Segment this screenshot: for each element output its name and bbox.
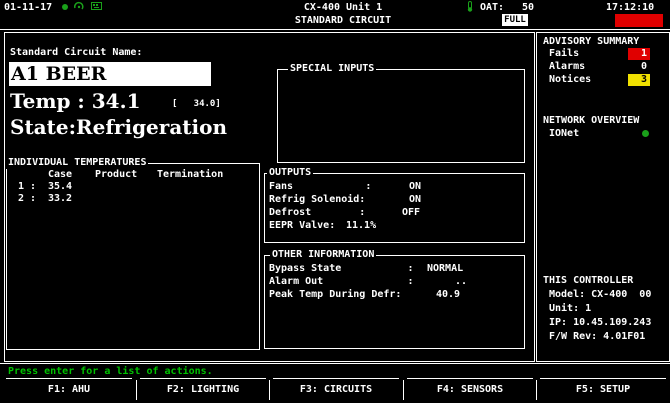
column-header-case: Case bbox=[48, 169, 73, 180]
state-display: State:Refrigeration bbox=[10, 115, 227, 139]
other-information-title: OTHER INFORMATION bbox=[270, 249, 377, 261]
advisory-count: 0 bbox=[640, 61, 647, 72]
header-divider bbox=[0, 29, 670, 30]
network-icon bbox=[74, 1, 84, 11]
network-status-icon bbox=[642, 130, 649, 137]
fkey-separator bbox=[136, 380, 137, 400]
info-label-peak-temp: Peak Temp During Defr: bbox=[269, 289, 402, 300]
advisory-label: Alarms bbox=[549, 61, 586, 72]
status-line: Press enter for a list of actions. bbox=[0, 365, 670, 378]
info-value-bypass-state: NORMAL bbox=[427, 263, 464, 274]
f3-circuits-button[interactable]: F3: CIRCUITS bbox=[273, 378, 399, 401]
column-header-termination: Termination bbox=[157, 169, 224, 180]
output-value-defrost: OFF bbox=[402, 207, 421, 218]
controller-unit: Unit: 1 bbox=[549, 303, 592, 314]
temp-setpoint: [ 34.0] bbox=[172, 99, 221, 109]
case-temp: 33.2 bbox=[48, 193, 73, 204]
output-label-refrig-solenoid: Refrig Solenoid: bbox=[269, 194, 366, 205]
circuit-name-value: A1 BEER bbox=[11, 63, 107, 85]
other-information-panel: OTHER INFORMATION Bypass State : NORMAL … bbox=[264, 249, 525, 349]
controller-model: Model: CX-400 00 bbox=[549, 289, 652, 300]
column-header-product: Product bbox=[95, 169, 138, 180]
circuit-name-field[interactable]: A1 BEER bbox=[9, 62, 211, 86]
advisory-summary-title: ADVISORY SUMMARY bbox=[543, 36, 640, 47]
advisory-label: Fails bbox=[549, 48, 580, 59]
this-controller-title: THIS CONTROLLER bbox=[543, 275, 634, 286]
full-badge: FULL bbox=[502, 14, 528, 26]
output-label-fans: Fans : bbox=[269, 181, 372, 192]
oat-value: 50 bbox=[522, 2, 535, 13]
info-value-alarm-out: .. bbox=[455, 276, 468, 287]
advisory-count: 3 bbox=[628, 74, 650, 86]
info-value-peak-temp: 40.9 bbox=[436, 289, 461, 300]
individual-temperatures-title: INDIVIDUAL TEMPERATURES bbox=[6, 157, 149, 169]
outputs-title: OUTPUTS bbox=[267, 167, 314, 179]
date-display: 01-11-17 bbox=[4, 2, 53, 13]
fkey-separator bbox=[269, 380, 270, 400]
keyboard-icon bbox=[91, 1, 102, 11]
network-overview-title: NETWORK OVERVIEW bbox=[543, 115, 640, 126]
output-value-eepr-valve: 11.1% bbox=[346, 220, 377, 231]
f1-ahu-button[interactable]: F1: AHU bbox=[6, 378, 132, 401]
clock: 17:12:10 bbox=[606, 2, 655, 13]
controller-ip: IP: 10.45.109.243 bbox=[549, 317, 652, 328]
advisory-count: 1 bbox=[628, 48, 650, 60]
status-message: Press enter for a list of actions. bbox=[8, 366, 213, 377]
oat-label: OAT: bbox=[480, 2, 505, 13]
output-label-eepr-valve: EEPR Valve: bbox=[269, 220, 336, 231]
fkey-separator bbox=[536, 380, 537, 400]
info-label-alarm-out: Alarm Out : bbox=[269, 276, 414, 287]
alarm-indicator[interactable] bbox=[615, 14, 663, 27]
controller-fw-rev: F/W Rev: 4.01F01 bbox=[549, 331, 646, 342]
individual-temperatures-panel: INDIVIDUAL TEMPERATURES Case Product Ter… bbox=[6, 157, 260, 350]
temp-reading: Temp : 34.1 bbox=[10, 89, 141, 113]
output-label-defrost: Defrost : bbox=[269, 207, 366, 218]
online-indicator-icon bbox=[62, 4, 68, 10]
outputs-panel: OUTPUTS Fans : ON Refrig Solenoid: ON De… bbox=[264, 167, 525, 243]
circuit-name-label: Standard Circuit Name: bbox=[10, 47, 143, 58]
advisory-label: Notices bbox=[549, 74, 592, 85]
info-label-bypass-state: Bypass State : bbox=[269, 263, 414, 274]
network-label: IONet bbox=[549, 128, 580, 139]
status-divider bbox=[0, 363, 670, 364]
screen-title: STANDARD CIRCUIT bbox=[294, 15, 392, 26]
special-inputs-title: SPECIAL INPUTS bbox=[288, 63, 377, 75]
f4-sensors-button[interactable]: F4: SENSORS bbox=[407, 378, 533, 401]
row-index: 2 : bbox=[18, 193, 37, 204]
controller-title: CX-400 Unit 1 bbox=[303, 2, 383, 13]
fkey-separator bbox=[403, 380, 404, 400]
function-key-bar: F1: AHU F2: LIGHTING F3: CIRCUITS F4: SE… bbox=[0, 378, 670, 403]
output-value-fans: ON bbox=[409, 181, 422, 192]
f5-setup-button[interactable]: F5: SETUP bbox=[540, 378, 666, 401]
top-status-bar: 01-11-17 CX-400 Unit 1 STANDARD CIRCUIT … bbox=[0, 0, 670, 30]
f2-lighting-button[interactable]: F2: LIGHTING bbox=[140, 378, 266, 401]
case-temp: 35.4 bbox=[48, 181, 73, 192]
thermometer-icon bbox=[466, 1, 474, 12]
output-value-refrig-solenoid: ON bbox=[409, 194, 422, 205]
row-index: 1 : bbox=[18, 181, 37, 192]
special-inputs-panel: SPECIAL INPUTS bbox=[277, 63, 525, 163]
